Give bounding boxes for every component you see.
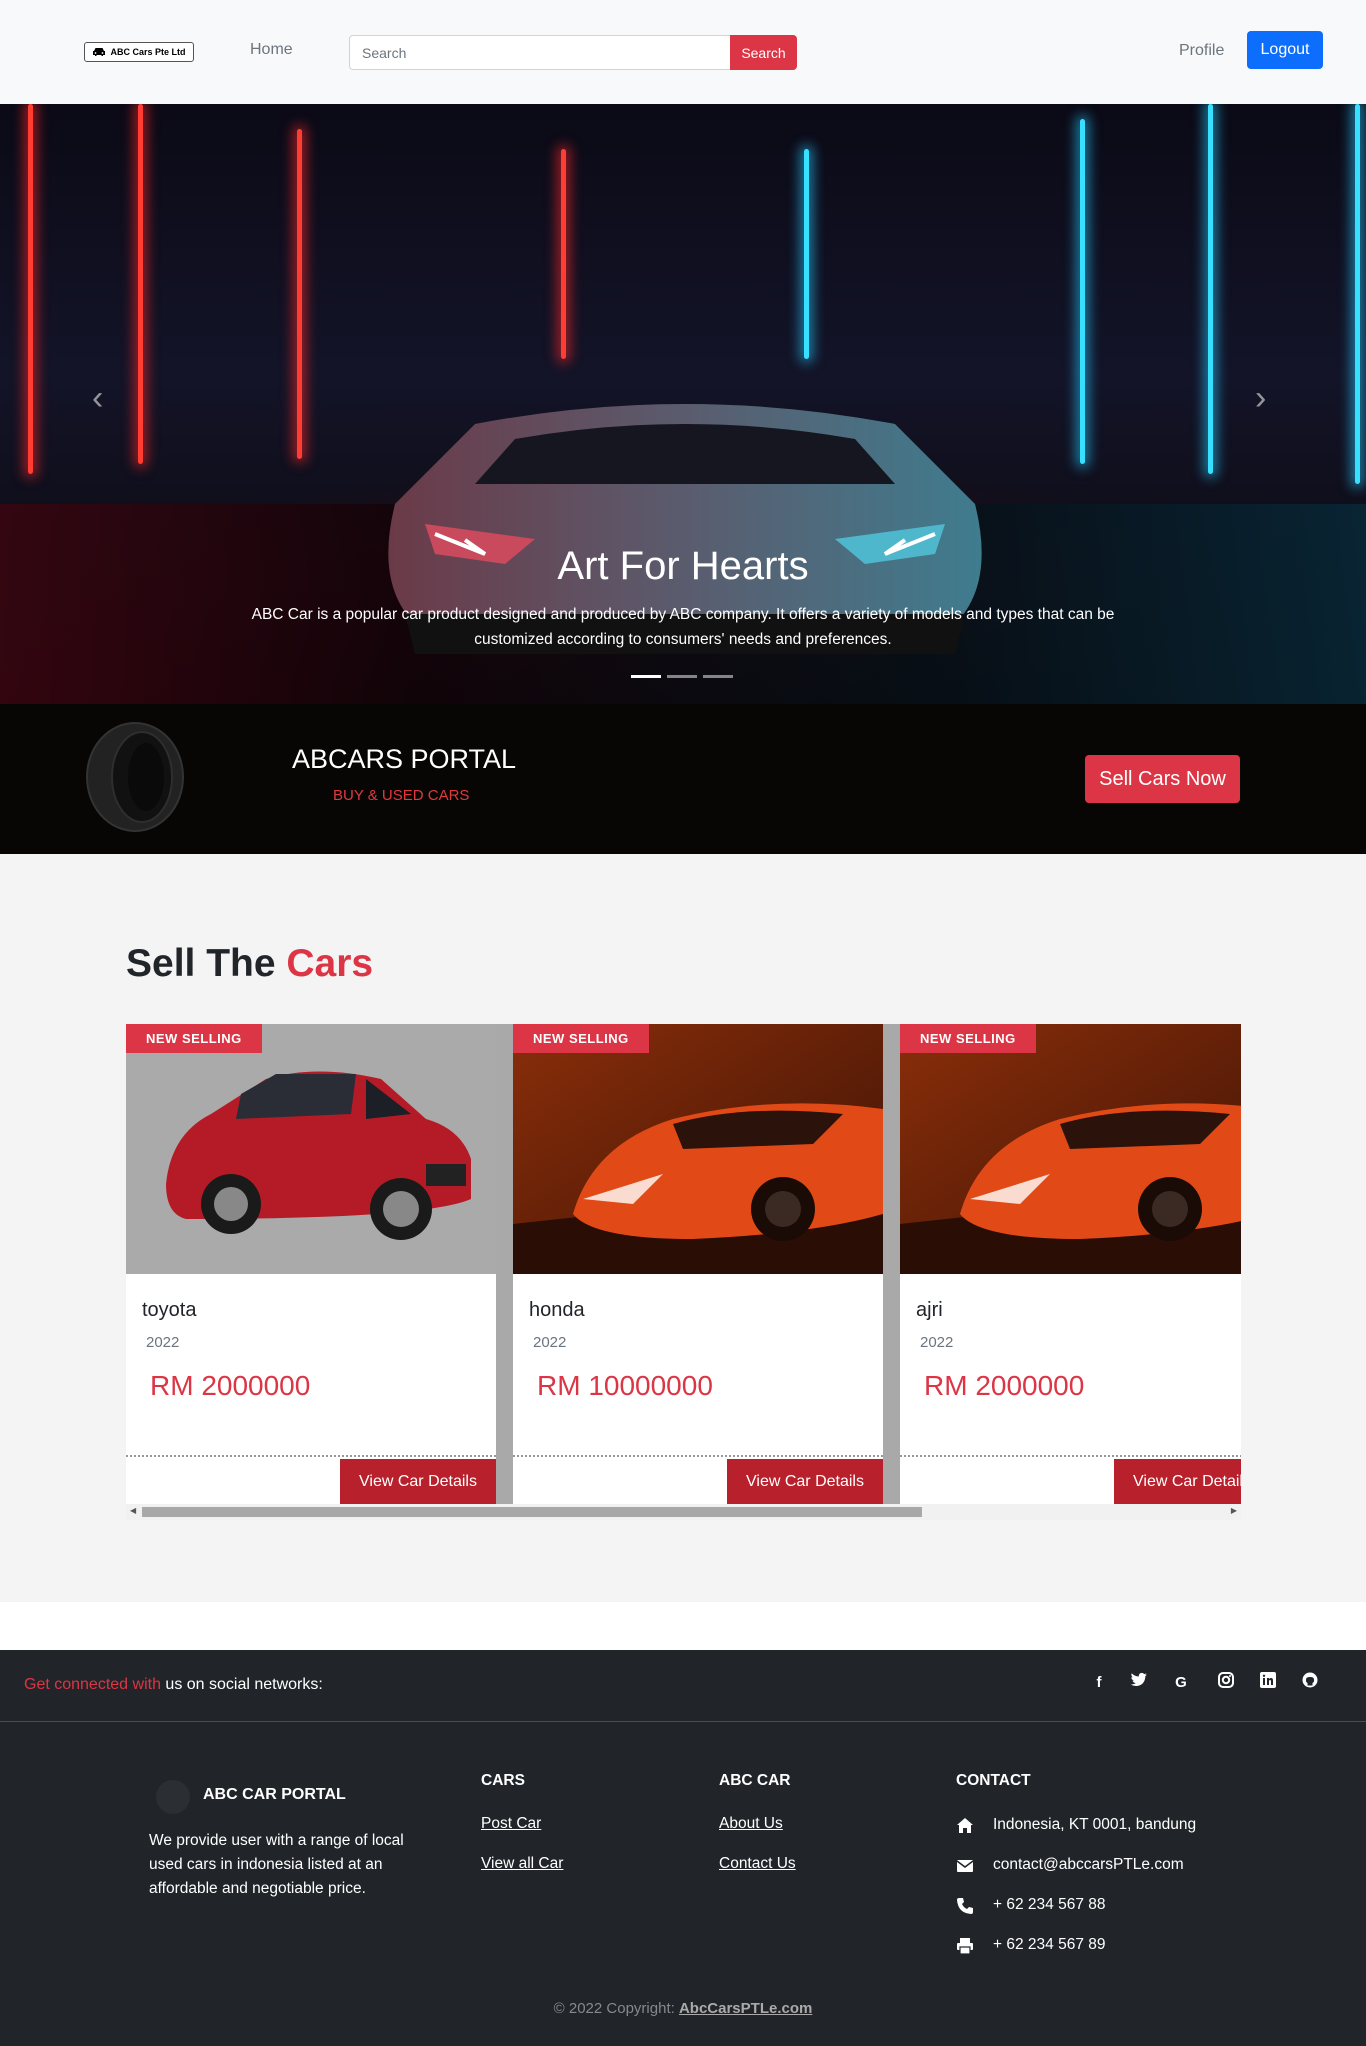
view-all-car-link[interactable]: View all Car — [481, 1855, 563, 1873]
neon-light — [1208, 104, 1213, 474]
cars-scrollbar[interactable]: ◀ ▶ — [126, 1504, 1241, 1520]
search-input[interactable] — [349, 35, 730, 70]
brand-name: ABC Cars Pte Ltd — [110, 47, 186, 57]
car-name: honda — [529, 1299, 585, 1321]
sell-cars-now-button[interactable]: Sell Cars Now — [1085, 755, 1240, 803]
search-button[interactable]: Search — [730, 35, 797, 70]
print-icon — [957, 1938, 973, 1955]
neon-light — [1355, 104, 1360, 484]
contact-us-link[interactable]: Contact Us — [719, 1855, 796, 1873]
copyright-prefix: © 2022 Copyright: — [553, 2000, 679, 2017]
section-title-part2: Cars — [286, 942, 374, 985]
nav-profile-link[interactable]: Profile — [1179, 42, 1224, 60]
tire-icon — [86, 722, 184, 832]
car-icon — [93, 48, 106, 56]
neon-light — [28, 104, 33, 474]
neon-light — [561, 149, 566, 359]
hero-description: ABC Car is a popular car product designe… — [251, 606, 1115, 648]
instagram-icon[interactable] — [1215, 1672, 1237, 1694]
footer-brand: ABC CAR PORTAL — [203, 1786, 346, 1803]
car-year: 2022 — [146, 1334, 180, 1351]
carousel-indicator[interactable] — [631, 675, 661, 678]
car-card: NEW SELLING toyota 2022 RM 2000000 View … — [126, 1024, 496, 1504]
contact-address: Indonesia, KT 0001, bandung — [993, 1816, 1197, 1833]
view-car-details-button[interactable]: View Car Details — [727, 1459, 883, 1504]
section-title-part1: Sell The — [126, 942, 276, 985]
portal-title: ABCARS PORTAL — [292, 744, 517, 774]
carousel-indicators — [631, 675, 733, 678]
view-car-details-button[interactable]: View Car Details — [340, 1459, 496, 1504]
contact-email: contact@abccarsPTLe.com — [993, 1856, 1184, 1873]
post-car-link[interactable]: Post Car — [481, 1815, 541, 1833]
social-text-rest: us on social networks: — [160, 1676, 323, 1693]
copyright-link[interactable]: AbcCarsPTLe.com — [679, 2000, 812, 2017]
contact-phone: + 62 234 567 88 — [993, 1896, 1106, 1913]
scroll-thumb[interactable] — [142, 1507, 922, 1517]
car-card: NEW SELLING honda 2022 RM 10000000 View … — [513, 1024, 883, 1504]
logout-button[interactable]: Logout — [1247, 31, 1323, 69]
card-divider — [900, 1455, 1241, 1457]
car-name: ajri — [916, 1299, 943, 1321]
carousel-indicator[interactable] — [703, 675, 733, 678]
cars-carousel[interactable]: NEW SELLING toyota 2022 RM 2000000 View … — [126, 1024, 1241, 1504]
google-icon[interactable]: G — [1170, 1672, 1192, 1694]
contact-fax: + 62 234 567 89 — [993, 1936, 1106, 1953]
car-price: RM 10000000 — [537, 1370, 713, 1401]
github-icon[interactable] — [1299, 1672, 1321, 1694]
car-image — [513, 1024, 883, 1274]
copyright: © 2022 Copyright: AbcCarsPTLe.com — [0, 2000, 1366, 2017]
carousel-next-icon[interactable]: › — [1255, 379, 1266, 418]
envelope-icon — [956, 1860, 974, 1872]
social-text: Get connected with us on social networks… — [24, 1676, 323, 1694]
section-title: Sell The Cars — [126, 942, 373, 986]
car-price: RM 2000000 — [150, 1370, 311, 1401]
home-icon — [957, 1818, 973, 1833]
car-year: 2022 — [533, 1334, 567, 1351]
spacer-strip — [0, 1602, 1366, 1650]
neon-light — [297, 129, 302, 459]
scroll-left-icon[interactable]: ◀ — [130, 1506, 136, 1515]
brand-logo[interactable]: ABC Cars Pte Ltd — [84, 42, 194, 62]
view-car-details-button[interactable]: View Car Details — [1114, 1459, 1241, 1504]
car-image — [900, 1024, 1241, 1274]
linkedin-icon[interactable] — [1257, 1672, 1279, 1694]
footer-description: We provide user with a range of local us… — [149, 1832, 404, 1897]
scroll-right-icon[interactable]: ▶ — [1231, 1506, 1237, 1515]
new-selling-badge: NEW SELLING — [513, 1024, 649, 1053]
car-card: NEW SELLING ajri 2022 RM 2000000 View Ca… — [900, 1024, 1241, 1504]
twitter-icon[interactable] — [1128, 1672, 1150, 1694]
facebook-icon[interactable]: f — [1088, 1672, 1110, 1694]
car-image — [126, 1024, 496, 1274]
card-divider — [513, 1455, 883, 1457]
hero-carousel: ‹ › Art For Hearts ABC Car is a popular … — [0, 104, 1366, 704]
car-price: RM 2000000 — [924, 1370, 1085, 1401]
neon-light — [1080, 119, 1085, 464]
new-selling-badge: NEW SELLING — [126, 1024, 262, 1053]
hero-title: Art For Hearts — [557, 544, 809, 588]
phone-icon — [957, 1898, 973, 1914]
neon-light — [804, 149, 809, 359]
carousel-prev-icon[interactable]: ‹ — [92, 379, 103, 418]
car-year: 2022 — [920, 1334, 954, 1351]
card-divider — [126, 1455, 496, 1457]
about-us-link[interactable]: About Us — [719, 1815, 783, 1833]
new-selling-badge: NEW SELLING — [900, 1024, 1036, 1053]
footer-cars-heading: CARS — [481, 1772, 525, 1789]
footer-logo — [156, 1780, 190, 1814]
nav-home-link[interactable]: Home — [250, 41, 293, 59]
footer-abc-heading: ABC CAR — [719, 1772, 791, 1789]
social-text-highlight: Get connected with — [24, 1676, 161, 1693]
car-name: toyota — [142, 1299, 197, 1321]
neon-light — [138, 104, 143, 464]
footer-contact-heading: CONTACT — [956, 1772, 1031, 1789]
carousel-indicator[interactable] — [667, 675, 697, 678]
navbar: ABC Cars Pte Ltd Home Search Profile Log… — [0, 0, 1366, 104]
portal-subtitle: BUY & USED CARS — [333, 787, 470, 804]
